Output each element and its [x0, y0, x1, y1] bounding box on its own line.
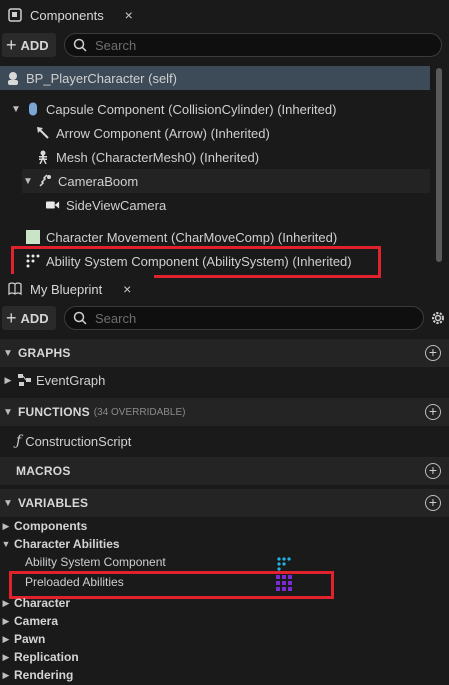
variables-section-title: VARIABLES [18, 496, 89, 510]
category-replication[interactable]: ▶ Replication [0, 648, 79, 666]
components-icon [8, 8, 22, 22]
component-row-arrow[interactable]: Arrow Component (Arrow) (Inherited) [36, 121, 270, 145]
component-row-capsule[interactable]: ▼ Capsule Component (CollisionCylinder) … [10, 97, 336, 121]
chevron-down-icon[interactable]: ▼ [2, 407, 14, 418]
graphs-section-header[interactable]: ▼ GRAPHS + [0, 339, 449, 367]
settings-gear-icon[interactable] [430, 310, 446, 326]
variable-label: Ability System Component [25, 555, 166, 569]
category-rendering[interactable]: ▶ Rendering [0, 666, 74, 684]
category-camera[interactable]: ▶ Camera [0, 612, 59, 630]
chevron-down-icon[interactable]: ▼ [2, 498, 14, 509]
graphs-section-title: GRAPHS [18, 346, 71, 360]
macros-section-header[interactable]: MACROS + [0, 457, 449, 485]
category-label: Pawn [14, 632, 46, 646]
components-search[interactable] [64, 33, 442, 57]
component-row-camera[interactable]: SideViewCamera [46, 193, 166, 217]
components-tab[interactable]: Components × [0, 0, 152, 30]
function-icon: ƒ [16, 433, 22, 449]
components-close-icon[interactable]: × [122, 7, 136, 23]
components-add-label: ADD [20, 37, 49, 53]
chevron-right-icon[interactable]: ▶ [2, 375, 14, 386]
blueprint-search-input[interactable] [95, 310, 315, 326]
blueprint-add-button[interactable]: + ADD [2, 306, 56, 330]
movement-icon [26, 230, 40, 244]
chevron-right-icon[interactable]: ▶ [0, 598, 12, 609]
component-label: CameraBoom [58, 173, 139, 189]
book-icon [8, 282, 22, 296]
category-label: Camera [14, 614, 59, 628]
chevron-right-icon[interactable]: ▶ [0, 652, 12, 663]
category-components[interactable]: ▶ Components [0, 517, 88, 535]
component-label: SideViewCamera [66, 197, 167, 213]
category-label: Replication [14, 650, 79, 664]
blueprint-search[interactable] [64, 306, 424, 330]
add-macro-icon[interactable]: + [425, 463, 441, 479]
my-blueprint-tab[interactable]: My Blueprint × [0, 274, 154, 304]
search-icon [73, 38, 87, 52]
plus-icon: + [6, 35, 17, 55]
components-toolbar: + ADD [0, 30, 449, 60]
skeleton-icon [36, 150, 50, 164]
component-label: Mesh (CharacterMesh0) (Inherited) [56, 149, 260, 165]
component-row-cameraboom[interactable]: ▼ CameraBoom [22, 169, 430, 193]
arrow-icon [36, 126, 50, 140]
macros-section-title: MACROS [16, 464, 71, 478]
chevron-right-icon[interactable]: ▶ [0, 616, 12, 627]
category-pawn[interactable]: ▶ Pawn [0, 630, 46, 648]
component-label: Arrow Component (Arrow) (Inherited) [56, 125, 270, 141]
chevron-down-icon[interactable]: ▼ [2, 348, 14, 359]
capsule-icon [26, 102, 40, 116]
variables-section-header[interactable]: ▼ VARIABLES + [0, 489, 449, 517]
functions-section-header[interactable]: ▼ FUNCTIONS (34 OVERRIDABLE) + [0, 398, 449, 426]
plus-icon: + [6, 308, 17, 328]
functions-section-title: FUNCTIONS [18, 405, 90, 419]
components-search-input[interactable] [95, 37, 315, 53]
component-root-row[interactable]: BP_PlayerCharacter (self) [0, 66, 430, 90]
components-tab-title: Components [30, 7, 104, 23]
character-icon [6, 71, 20, 85]
category-label: Character [14, 596, 71, 610]
component-label: Character Movement (CharMoveComp) (Inher… [46, 229, 338, 245]
category-character[interactable]: ▶ Character [0, 594, 71, 612]
add-function-icon[interactable]: + [425, 404, 441, 420]
event-graph-label: EventGraph [36, 372, 106, 388]
chevron-down-icon[interactable]: ▼ [10, 104, 22, 115]
construction-script-label: ConstructionScript [25, 433, 132, 449]
add-variable-icon[interactable]: + [425, 495, 441, 511]
chevron-right-icon[interactable]: ▶ [0, 521, 12, 532]
category-label: Components [14, 519, 88, 533]
chevron-right-icon[interactable]: ▶ [0, 670, 12, 681]
add-graph-icon[interactable]: + [425, 345, 441, 361]
spring-arm-icon [38, 174, 52, 188]
category-label: Character Abilities [14, 537, 120, 551]
event-graph-icon [18, 373, 32, 387]
functions-overridable-count: (34 OVERRIDABLE) [93, 406, 186, 418]
camera-icon [46, 198, 60, 212]
components-scrollbar[interactable] [436, 68, 442, 262]
chevron-right-icon[interactable]: ▶ [0, 634, 12, 645]
components-add-button[interactable]: + ADD [2, 33, 56, 57]
blueprint-toolbar: + ADD [0, 303, 449, 333]
component-row-mesh[interactable]: Mesh (CharacterMesh0) (Inherited) [36, 145, 259, 169]
search-icon [73, 311, 87, 325]
construction-script-item[interactable]: ƒ ConstructionScript [16, 431, 131, 451]
component-root-label: BP_PlayerCharacter (self) [26, 70, 177, 86]
category-label: Rendering [14, 668, 74, 682]
my-blueprint-tab-title: My Blueprint [30, 281, 103, 297]
chevron-down-icon[interactable]: ▼ [22, 176, 34, 187]
component-label: Capsule Component (CollisionCylinder) (I… [46, 101, 337, 117]
event-graph-item[interactable]: ▶ EventGraph [2, 370, 106, 390]
blueprint-add-label: ADD [20, 310, 49, 326]
my-blueprint-close-icon[interactable]: × [120, 281, 134, 297]
category-character-abilities[interactable]: ▼ Character Abilities [0, 535, 120, 553]
chevron-down-icon[interactable]: ▼ [0, 539, 12, 549]
